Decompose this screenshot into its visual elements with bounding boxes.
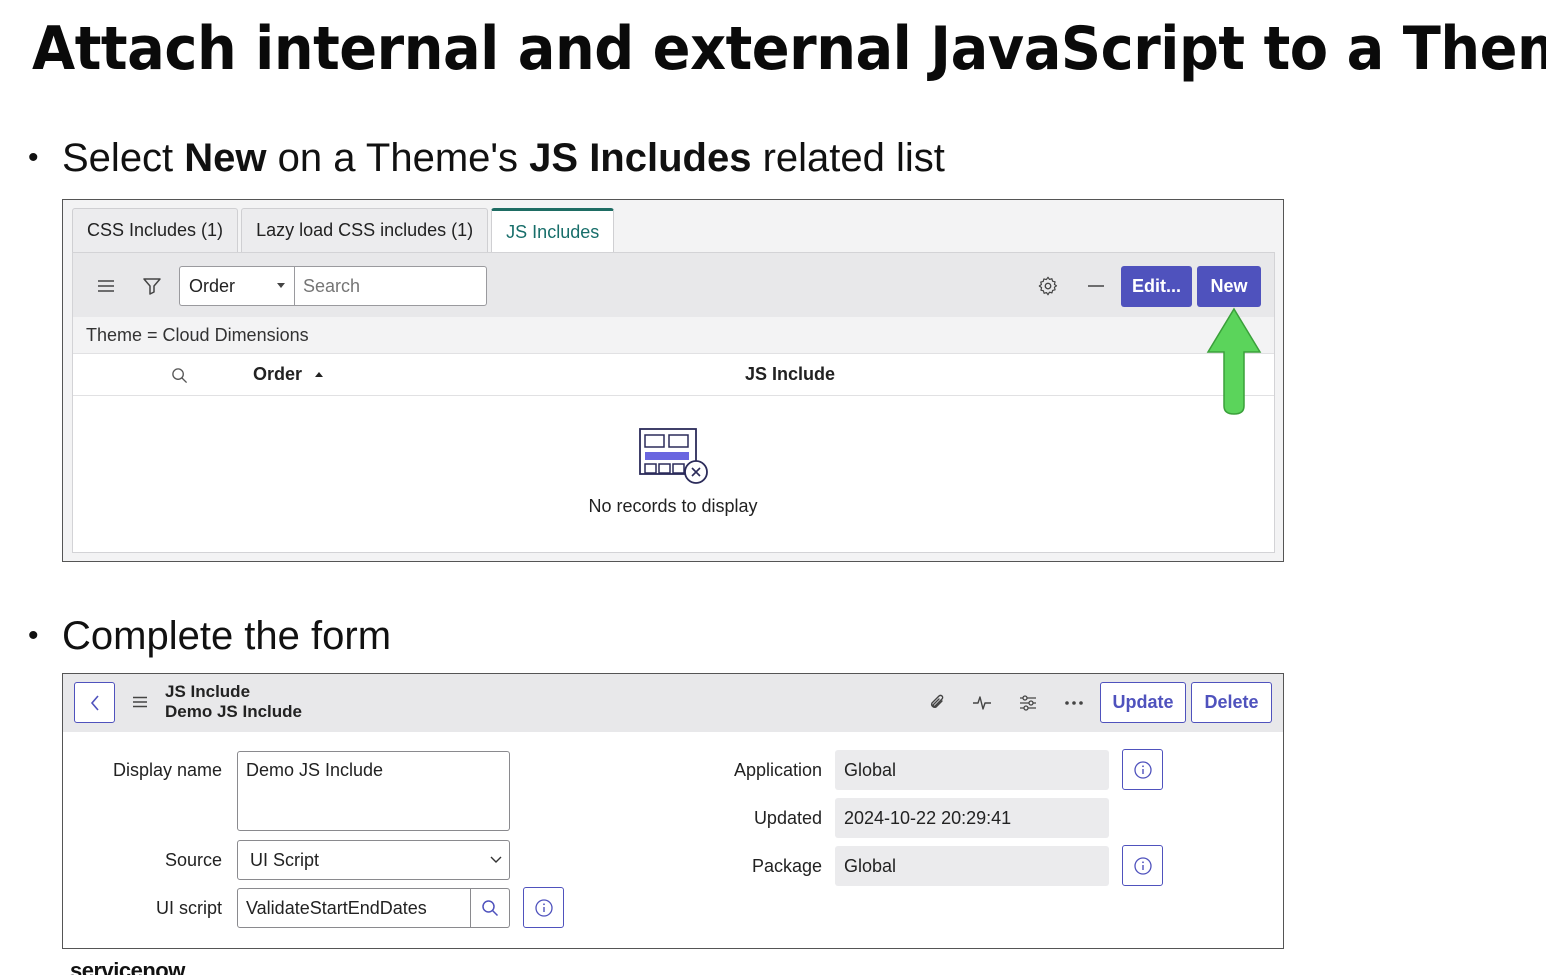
column-header-js-include[interactable]: JS Include [745, 364, 835, 385]
context-menu-icon[interactable] [129, 691, 151, 713]
display-name-field[interactable]: Demo JS Include [237, 751, 510, 831]
empty-state-text: No records to display [588, 496, 758, 516]
package-value: Global [844, 855, 897, 876]
empty-table-icon [639, 428, 708, 484]
source-label: Source [164, 850, 222, 870]
updated-label: Updated [753, 808, 822, 828]
bullet-text: Complete the form [62, 614, 392, 658]
breadcrumb-filter[interactable]: Theme = Cloud Dimensions [73, 317, 1274, 354]
package-field: Global [835, 846, 1109, 886]
js-includes-list: Order Edit... New Theme = Cloud Dimensio… [72, 252, 1275, 553]
source-select[interactable]: UI Script [237, 840, 510, 880]
back-button[interactable] [74, 682, 115, 723]
list-search-input[interactable] [294, 266, 487, 306]
list-header-row: Order JS Include [73, 354, 1274, 396]
ui-script-field[interactable]: ValidateStartEndDates [237, 888, 471, 928]
column-header-order[interactable]: Order [253, 364, 325, 385]
bullet-select-new: • Select New on a Theme's JS Includes rel… [28, 136, 945, 181]
column-header-order-label: Order [253, 364, 303, 384]
source-value: UI Script [250, 849, 320, 870]
gear-icon[interactable] [1035, 273, 1061, 299]
application-info-button[interactable] [1122, 749, 1163, 790]
empty-state: No records to display [73, 396, 1274, 554]
info-icon [1133, 760, 1152, 779]
attachment-icon[interactable] [925, 691, 949, 715]
more-options-icon[interactable] [1062, 691, 1086, 715]
form-header: JS Include Demo JS Include Update Delete [63, 674, 1283, 732]
bullet-complete-form: • Complete the form [28, 614, 391, 659]
update-button[interactable]: Update [1100, 682, 1186, 723]
application-label: Application [733, 760, 822, 780]
tab-css-includes[interactable]: CSS Includes (1) [72, 208, 239, 252]
servicenow-logo: servicenow [70, 958, 185, 975]
bullet-bold-js-includes: JS Includes [529, 136, 752, 180]
updated-value: 2024-10-22 20:29:41 [844, 807, 1012, 828]
search-icon[interactable] [169, 365, 189, 385]
record-type-label: JS Include [165, 682, 251, 701]
ui-script-label: UI script [155, 898, 222, 918]
package-info-button[interactable] [1122, 845, 1163, 886]
chevron-down-icon [490, 856, 502, 863]
info-icon [534, 898, 553, 917]
record-title: JS Include Demo JS Include [165, 682, 302, 722]
minus-icon[interactable] [1083, 273, 1109, 299]
related-list-tabs: CSS Includes (1) Lazy load CSS includes … [72, 208, 615, 253]
tab-lazy-load-css-includes[interactable]: Lazy load CSS includes (1) [241, 208, 489, 252]
delete-button[interactable]: Delete [1191, 682, 1272, 723]
tab-js-includes[interactable]: JS Includes [491, 208, 615, 253]
arrow-up-icon [1206, 307, 1262, 415]
record-name-label: Demo JS Include [165, 702, 302, 721]
slide-title: Attach internal and external JavaScript … [32, 14, 1546, 84]
ui-script-value: ValidateStartEndDates [246, 897, 427, 918]
filter-condition-text: Theme = Cloud Dimensions [86, 324, 309, 345]
bullet-text: on a Theme's [266, 136, 530, 180]
sort-ascending-icon [315, 372, 324, 377]
list-toolbar: Order Edit... New [73, 253, 1274, 317]
ui-script-info-button[interactable] [523, 887, 564, 928]
bullet-dot: • [28, 619, 39, 652]
bullet-bold-new: New [184, 136, 267, 180]
chevron-left-icon [90, 694, 99, 711]
updated-field: 2024-10-22 20:29:41 [835, 798, 1109, 838]
filter-icon[interactable] [139, 273, 165, 299]
bullet-text: related list [751, 136, 945, 180]
js-include-form-screenshot: JS Include Demo JS Include Update Delete… [62, 673, 1284, 949]
info-icon [1133, 856, 1152, 875]
display-name-label: Display name [112, 760, 222, 780]
search-icon [482, 900, 499, 917]
chevron-down-icon [277, 283, 285, 288]
package-label: Package [751, 856, 822, 876]
order-select[interactable]: Order [179, 266, 294, 306]
order-select-value: Order [189, 275, 236, 296]
ui-script-lookup-button[interactable] [470, 888, 510, 928]
display-name-value: Demo JS Include [246, 760, 384, 780]
new-button[interactable]: New [1197, 266, 1261, 307]
activity-icon[interactable] [970, 691, 994, 715]
related-list-screenshot: CSS Includes (1) Lazy load CSS includes … [62, 199, 1284, 562]
application-value: Global [844, 759, 897, 780]
hamburger-menu-icon[interactable] [93, 273, 119, 299]
application-field: Global [835, 750, 1109, 790]
bullet-text: Select [62, 136, 185, 180]
settings-sliders-icon[interactable] [1016, 691, 1040, 715]
bullet-dot: • [28, 141, 39, 174]
edit-button[interactable]: Edit... [1121, 266, 1192, 307]
